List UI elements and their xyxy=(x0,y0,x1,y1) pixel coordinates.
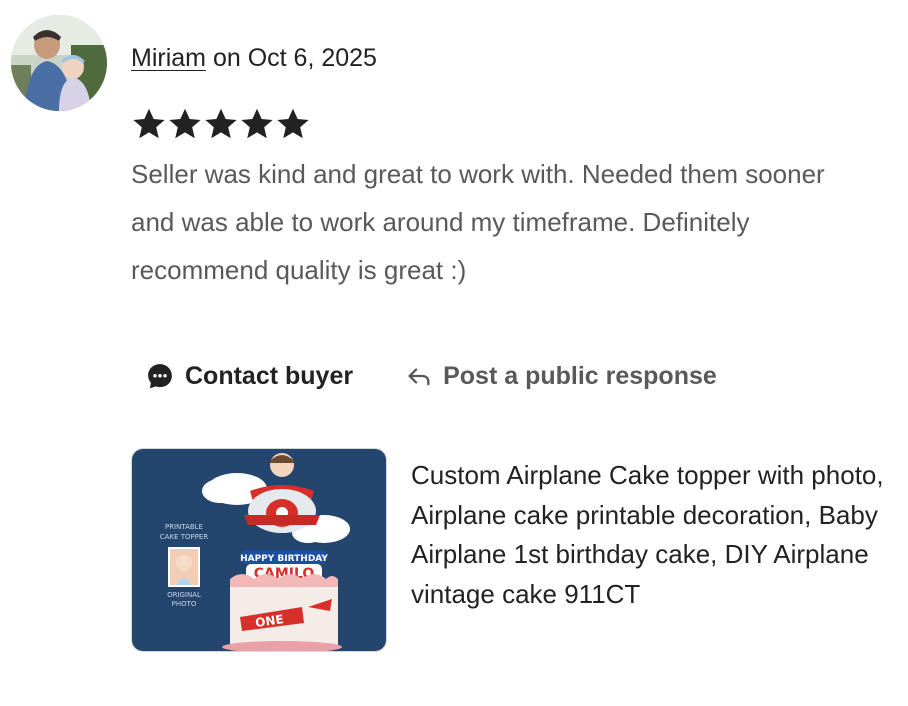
purchased-listing: HAPPY BIRTHDAY CAMILO ONE PRINTABLE CAKE… xyxy=(131,448,891,652)
star-icon xyxy=(169,108,201,139)
reviewer-avatar[interactable] xyxy=(11,15,107,111)
review-date: on Oct 6, 2025 xyxy=(206,44,377,72)
post-public-response-label: Post a public response xyxy=(443,361,717,390)
thumb-happy-birthday: HAPPY BIRTHDAY xyxy=(240,554,328,564)
star-icon xyxy=(205,108,237,139)
chat-bubble-icon xyxy=(145,361,175,391)
reply-arrow-icon xyxy=(405,362,433,390)
star-icon xyxy=(277,108,309,139)
contact-buyer-label: Contact buyer xyxy=(185,361,354,390)
user-photo-avatar-icon xyxy=(11,15,107,111)
review-text: Seller was kind and great to work with. … xyxy=(131,159,825,285)
listing-thumbnail[interactable]: HAPPY BIRTHDAY CAMILO ONE PRINTABLE CAKE… xyxy=(131,448,387,652)
review-byline: Miriam on Oct 6, 2025 xyxy=(131,42,377,74)
review-card: Miriam on Oct 6, 2025 Seller was kind an… xyxy=(0,0,908,706)
review-actions: Contact buyer Post a public response xyxy=(131,350,731,402)
thumb-original-label: ORIGINAL xyxy=(167,591,201,599)
star-icon xyxy=(133,108,165,139)
star-icon xyxy=(241,108,273,139)
listing-title-link[interactable]: Custom Airplane Cake topper with photo, … xyxy=(411,456,891,614)
post-public-response-button[interactable]: Post a public response xyxy=(391,350,731,402)
thumb-cake-topper-label: CAKE TOPPER xyxy=(160,533,209,541)
thumb-photo-label: PHOTO xyxy=(172,600,197,608)
reviewer-name-link[interactable]: Miriam xyxy=(131,44,206,72)
thumb-printable-label: PRINTABLE xyxy=(165,523,203,531)
star-rating xyxy=(131,106,311,142)
contact-buyer-button[interactable]: Contact buyer xyxy=(131,350,367,402)
